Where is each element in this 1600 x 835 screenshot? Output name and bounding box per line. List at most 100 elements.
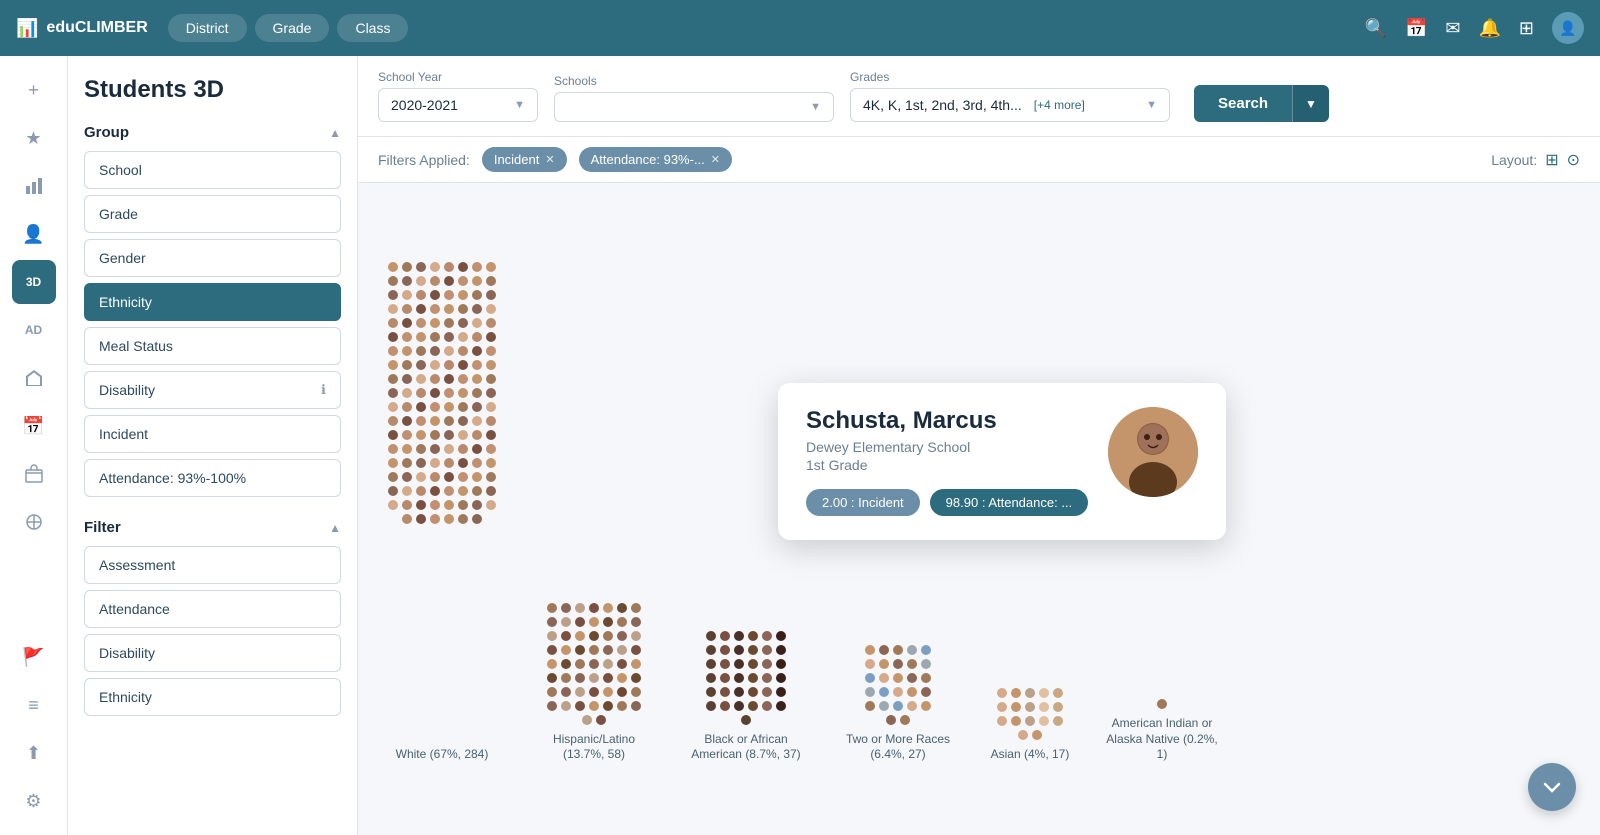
group-btn-school[interactable]: School (84, 151, 341, 189)
grid-layout-icon[interactable]: ⊞ (1545, 150, 1558, 170)
white-col-label: White (67%, 284) (396, 747, 489, 763)
student-avatar (1108, 407, 1198, 497)
layout-label: Layout: (1491, 152, 1537, 168)
filter-chip-incident-remove[interactable]: ✕ (545, 153, 554, 166)
group-filter-panel: Students 3D Group ▲ School Grade Gender … (68, 56, 358, 835)
american-indian-dot-grid (1156, 698, 1168, 710)
sidebar-item-add[interactable]: + (12, 68, 56, 112)
topnav: 📊 eduCLIMBER District Grade Class 🔍 📅 ✉ … (0, 0, 1600, 56)
hispanic-col-label: Hispanic/Latino (13.7%, 58) (534, 732, 654, 763)
school-year-value: 2020-2021 (391, 97, 458, 113)
brand: 📊 eduCLIMBER (16, 18, 148, 39)
hispanic-dot-grid (544, 602, 644, 726)
school-year-label: School Year (378, 70, 538, 84)
filter-chip-attendance[interactable]: Attendance: 93%-... ✕ (579, 147, 732, 172)
filter-label: Filter (84, 519, 121, 536)
two-races-col-label: Two or More Races (6.4%, 27) (838, 732, 958, 763)
group-btn-gender[interactable]: Gender (84, 239, 341, 277)
filter-chip-incident[interactable]: Incident ✕ (482, 147, 567, 172)
search-btn-group: Search ▼ (1194, 85, 1329, 122)
sidebar-item-upload[interactable]: ⬆ (12, 731, 56, 775)
chart-area: White (67%, 284) Hispanic/Latino (13.7%,… (358, 183, 1600, 783)
bell-icon[interactable]: 🔔 (1478, 18, 1500, 39)
sidebar-item-link[interactable] (12, 500, 56, 544)
topnav-right: 🔍 📅 ✉ 🔔 ⊞ 👤 (1365, 12, 1584, 44)
tooltip-student-name: Schusta, Marcus (806, 407, 1088, 435)
grades-field: Grades 4K, K, 1st, 2nd, 3rd, 4th... [+4 … (850, 70, 1170, 122)
group-chevron-icon[interactable]: ▲ (329, 126, 341, 140)
incident-badge: 2.00 : Incident (806, 489, 920, 516)
page-title: Students 3D (84, 76, 341, 104)
grades-chevron-icon: ▼ (1146, 99, 1157, 111)
tooltip-info: Schusta, Marcus Dewey Elementary School … (806, 407, 1088, 516)
district-nav-btn[interactable]: District (168, 14, 247, 42)
grades-value: 4K, K, 1st, 2nd, 3rd, 4th... (863, 97, 1022, 113)
brand-name: eduCLIMBER (46, 19, 147, 37)
sidebar-item-charts[interactable] (12, 164, 56, 208)
grades-label: Grades (850, 70, 1170, 84)
filter-chip-attendance-label: Attendance: 93%-... (591, 152, 705, 167)
filter-section-header: Filter ▲ (84, 519, 341, 536)
group-btn-meal-status[interactable]: Meal Status (84, 327, 341, 365)
grades-extra: [+4 more] (1034, 98, 1085, 112)
black-col-label: Black or African American (8.7%, 37) (686, 732, 806, 763)
search-button[interactable]: Search (1194, 85, 1292, 122)
schools-chevron-icon: ▼ (810, 101, 821, 113)
search-icon[interactable]: 🔍 (1365, 18, 1387, 39)
school-year-select[interactable]: 2020-2021 ▼ (378, 88, 538, 122)
toolbar: School Year 2020-2021 ▼ Schools ▼ Grades… (358, 56, 1600, 137)
black-dot-grid (701, 630, 791, 726)
sidebar: + ★ 👤 3D AD 📅 🚩 ≡ ⬆ ⚙ (0, 56, 68, 835)
fab-button[interactable] (1528, 763, 1576, 811)
ethnicity-col-asian: Asian (4%, 17) (990, 687, 1070, 763)
white-dot-grid (382, 261, 502, 741)
group-label: Group (84, 124, 129, 141)
filter-chip-attendance-remove[interactable]: ✕ (711, 153, 720, 166)
calendar-icon[interactable]: 📅 (1405, 18, 1427, 39)
user-avatar[interactable]: 👤 (1552, 12, 1584, 44)
circle-layout-icon[interactable]: ⊙ (1567, 150, 1580, 170)
group-btn-disability[interactable]: Disability ℹ (84, 371, 341, 409)
filter-btn-ethnicity[interactable]: Ethnicity (84, 678, 341, 716)
grades-select[interactable]: 4K, K, 1st, 2nd, 3rd, 4th... [+4 more] ▼ (850, 88, 1170, 122)
main-content: School Year 2020-2021 ▼ Schools ▼ Grades… (358, 56, 1600, 835)
group-btn-incident[interactable]: Incident (84, 415, 341, 453)
class-nav-btn[interactable]: Class (337, 14, 408, 42)
sidebar-item-calendar[interactable]: 📅 (12, 404, 56, 448)
sidebar-item-favorites[interactable]: ★ (12, 116, 56, 160)
filter-btn-assessment[interactable]: Assessment (84, 546, 341, 584)
school-year-field: School Year 2020-2021 ▼ (378, 70, 538, 122)
student-tooltip-card: Schusta, Marcus Dewey Elementary School … (778, 383, 1226, 540)
search-dropdown-button[interactable]: ▼ (1292, 85, 1329, 122)
filter-btn-disability[interactable]: Disability (84, 634, 341, 672)
asian-dot-grid (990, 687, 1070, 741)
brand-icon: 📊 (16, 18, 38, 39)
ethnicity-col-white: White (67%, 284) (382, 261, 502, 763)
filter-chevron-icon[interactable]: ▲ (329, 521, 341, 535)
schools-field: Schools ▼ (554, 74, 834, 122)
two-races-dot-grid (858, 644, 938, 726)
filter-chip-incident-label: Incident (494, 152, 540, 167)
sidebar-item-3d[interactable]: 3D (12, 260, 56, 304)
sidebar-item-settings[interactable]: ⚙ (12, 779, 56, 823)
mail-icon[interactable]: ✉ (1445, 18, 1460, 39)
group-section-header: Group ▲ (84, 124, 341, 141)
sidebar-item-flag[interactable]: 🚩 (12, 635, 56, 679)
grid-icon[interactable]: ⊞ (1519, 18, 1534, 39)
filter-btn-attendance[interactable]: Attendance (84, 590, 341, 628)
tooltip-school: Dewey Elementary School (806, 439, 1088, 455)
schools-select[interactable]: ▼ (554, 92, 834, 122)
sidebar-item-students[interactable]: 👤 (12, 212, 56, 256)
sidebar-item-tools[interactable] (12, 356, 56, 400)
disability-info-icon[interactable]: ℹ (321, 382, 326, 398)
sidebar-item-ad[interactable]: AD (12, 308, 56, 352)
sidebar-item-box[interactable] (12, 452, 56, 496)
group-btn-ethnicity[interactable]: Ethnicity (84, 283, 341, 321)
school-year-chevron-icon: ▼ (514, 99, 525, 111)
group-btn-grade[interactable]: Grade (84, 195, 341, 233)
avatar-image (1108, 407, 1198, 497)
grade-nav-btn[interactable]: Grade (255, 14, 330, 42)
sidebar-item-list[interactable]: ≡ (12, 683, 56, 727)
ethnicity-col-two-races: Two or More Races (6.4%, 27) (838, 644, 958, 763)
group-btn-attendance[interactable]: Attendance: 93%-100% (84, 459, 341, 497)
